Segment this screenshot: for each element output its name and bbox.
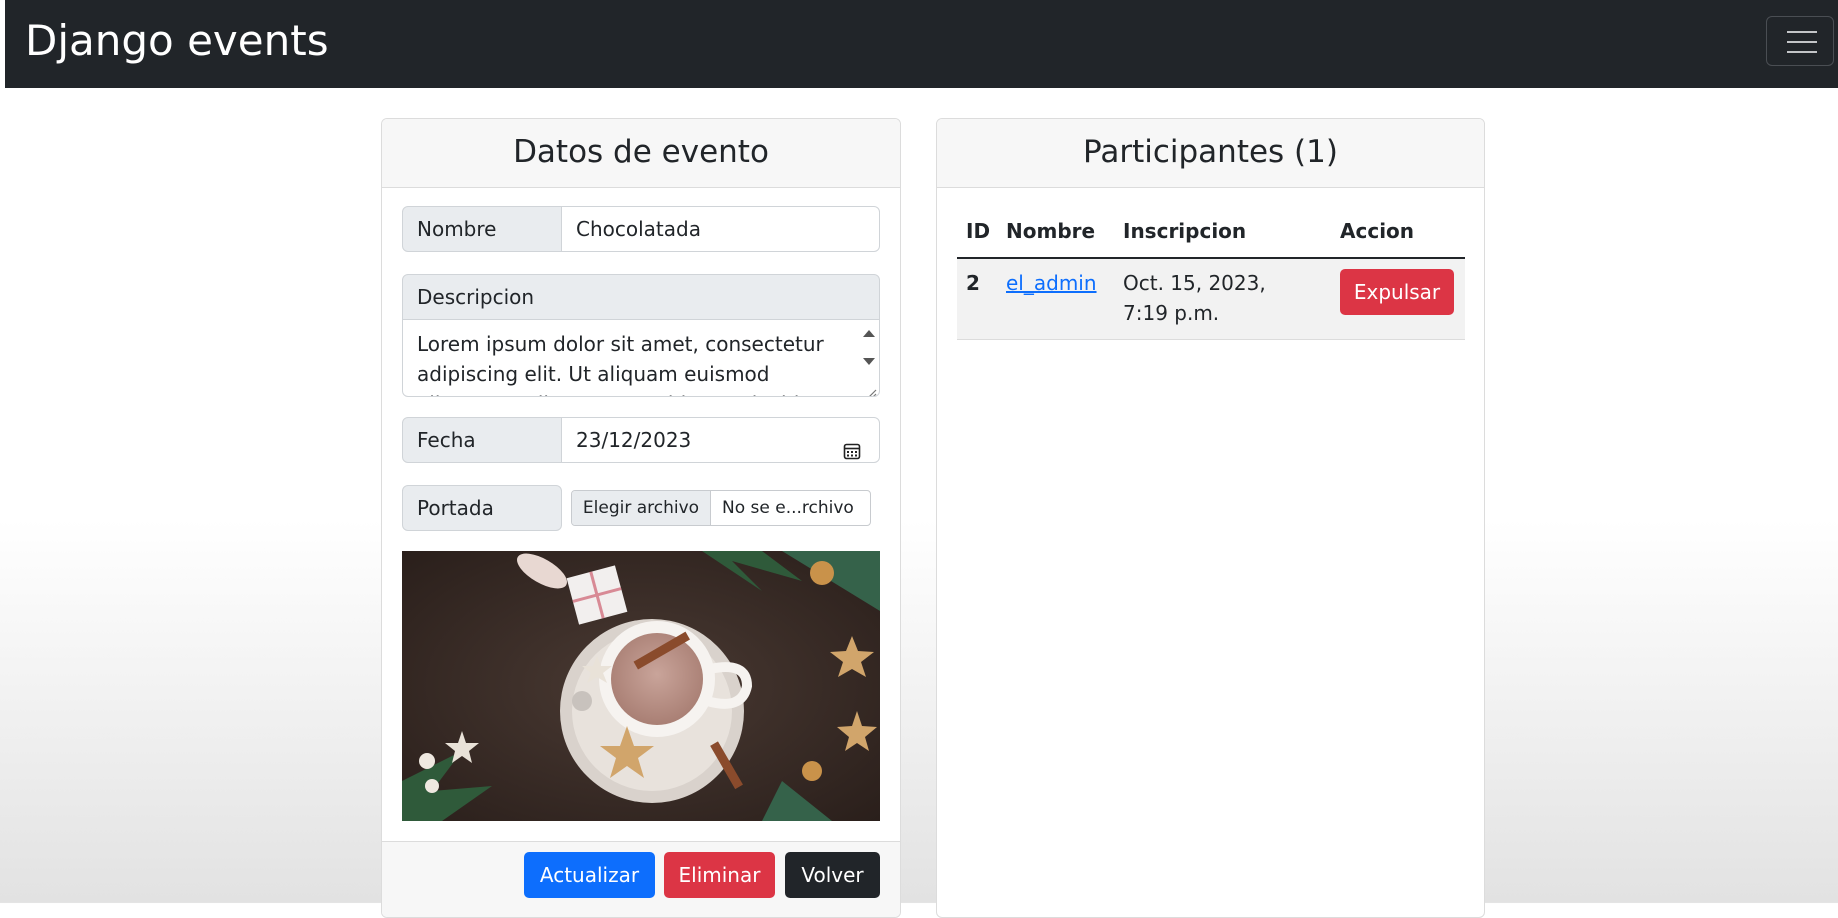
- participants-table: ID Nombre Inscripcion Accion 2 el_admin …: [957, 207, 1465, 340]
- participant-name-link[interactable]: el_admin: [1006, 271, 1097, 295]
- event-card-title: Datos de evento: [382, 119, 900, 188]
- delete-button[interactable]: Eliminar: [664, 852, 775, 898]
- navbar-toggler-button[interactable]: [1766, 16, 1834, 66]
- fecha-input[interactable]: 23/12/2023: [561, 417, 880, 463]
- participants-card: Participantes (1) ID Nombre Inscripcion …: [936, 118, 1485, 918]
- participants-card-title: Participantes (1): [937, 119, 1484, 188]
- nombre-label: Nombre: [402, 206, 562, 252]
- fecha-value: 23/12/2023: [576, 428, 692, 452]
- choose-file-button[interactable]: Elegir archivo: [572, 491, 711, 525]
- file-input[interactable]: Elegir archivo No se e...rchivo: [571, 490, 871, 526]
- expel-button[interactable]: Expulsar: [1340, 269, 1454, 315]
- resize-handle-icon[interactable]: [867, 384, 877, 396]
- update-button[interactable]: Actualizar: [524, 852, 655, 898]
- descripcion-label: Descripcion: [402, 274, 880, 320]
- calendar-icon[interactable]: [843, 431, 861, 460]
- table-row: 2 el_admin Oct. 15, 2023, 7:19 p.m. Expu…: [957, 259, 1465, 340]
- descripcion-textarea[interactable]: Lorem ipsum dolor sit amet, consectetur …: [402, 319, 880, 397]
- nombre-input[interactable]: Chocolatada: [561, 206, 880, 252]
- navbar: Django events: [5, 0, 1838, 88]
- fecha-label: Fecha: [402, 417, 562, 463]
- portada-input-group: Portada Elegir archivo No se e...rchivo: [402, 485, 880, 531]
- row-date: Oct. 15, 2023, 7:19 p.m.: [1123, 271, 1266, 325]
- cover-image: [402, 551, 880, 821]
- row-id: 2: [966, 271, 980, 295]
- event-card-footer: Actualizar Eliminar Volver: [382, 841, 900, 917]
- descripcion-text: Lorem ipsum dolor sit amet, consectetur …: [417, 332, 832, 396]
- table-header-row: ID Nombre Inscripcion Accion: [957, 207, 1465, 259]
- header-id: ID: [966, 219, 991, 243]
- brand-title[interactable]: Django events: [25, 16, 329, 66]
- event-card: Datos de evento Nombre Chocolatada Descr…: [381, 118, 901, 918]
- portada-label: Portada: [402, 485, 562, 531]
- fecha-input-group: Fecha 23/12/2023: [402, 417, 880, 463]
- nombre-input-group: Nombre Chocolatada: [402, 206, 880, 252]
- back-button[interactable]: Volver: [785, 852, 880, 898]
- header-inscripcion: Inscripcion: [1123, 219, 1247, 243]
- scroll-up-icon[interactable]: [863, 330, 875, 337]
- file-status-text: No se e...rchivo: [722, 498, 854, 518]
- scroll-down-icon[interactable]: [863, 358, 875, 365]
- header-accion: Accion: [1340, 219, 1415, 243]
- header-nombre: Nombre: [1006, 219, 1096, 243]
